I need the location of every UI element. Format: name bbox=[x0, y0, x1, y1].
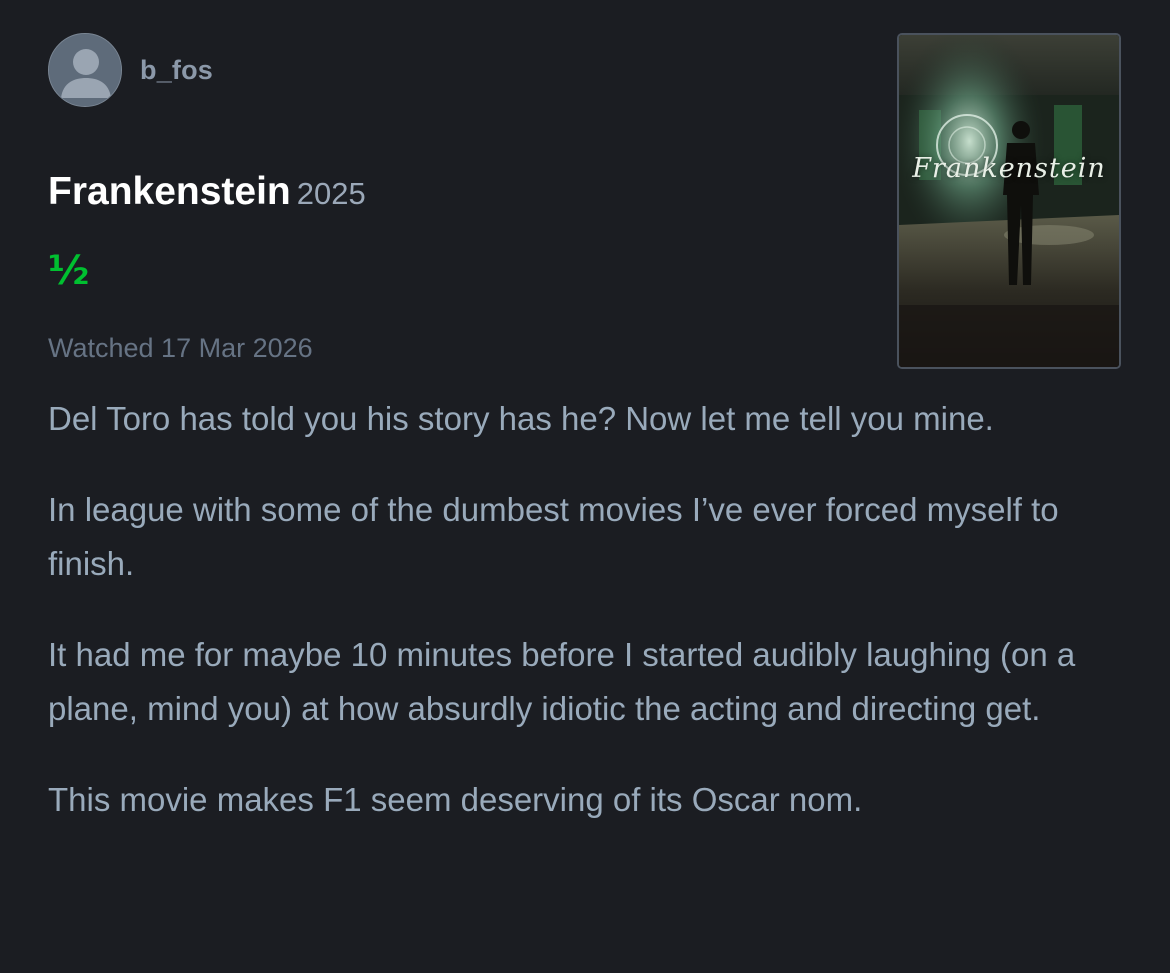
poster-artwork bbox=[899, 35, 1119, 367]
review-paragraph: This movie makes F1 seem deserving of it… bbox=[48, 781, 863, 818]
review-paragraph: Del Toro has told you his story has he? … bbox=[48, 400, 994, 437]
review-paragraph: In league with some of the dumbest movie… bbox=[48, 491, 1059, 582]
film-title-link[interactable]: Frankenstein bbox=[48, 170, 291, 213]
review-paragraph: It had me for maybe 10 minutes before I … bbox=[48, 636, 1076, 727]
film-year-link[interactable]: 2025 bbox=[297, 176, 366, 211]
user-avatar-icon[interactable] bbox=[48, 33, 122, 107]
username-link[interactable]: b_fos bbox=[140, 55, 213, 86]
film-heading: Frankenstein 2025 bbox=[48, 170, 366, 214]
rating-half-star: ½ bbox=[48, 248, 90, 294]
watched-date: Watched 17 Mar 2026 bbox=[48, 333, 313, 363]
poster-title: Frankenstein bbox=[912, 153, 1106, 184]
film-poster[interactable]: Frankenstein bbox=[897, 33, 1121, 369]
review-body: Del Toro has told you his story has he? … bbox=[48, 392, 1118, 864]
